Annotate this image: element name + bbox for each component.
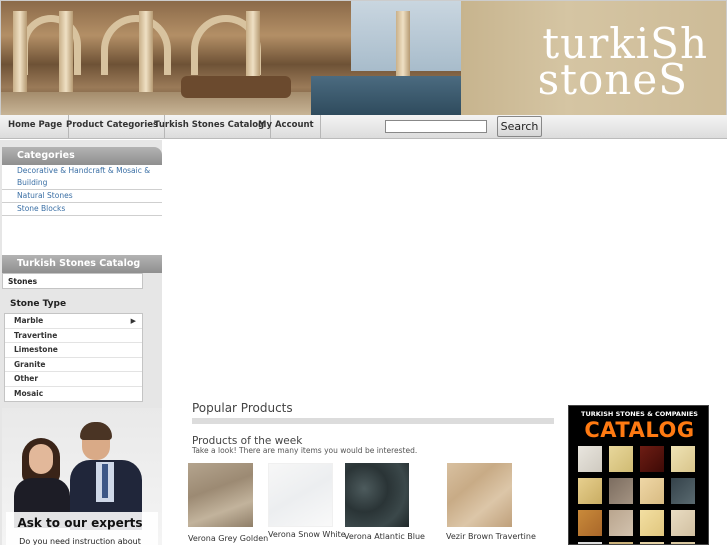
product-image-verona-grey-golden[interactable] — [188, 463, 253, 527]
product-image-vezir-brown-travertine[interactable] — [447, 463, 512, 527]
stone-type-label: Marble — [14, 316, 44, 325]
category-natural-stones[interactable]: Natural Stones — [2, 190, 162, 203]
expert-man-hair — [80, 422, 112, 440]
stone-type-mosaic[interactable]: Mosaic — [5, 387, 142, 402]
stone-tile — [640, 446, 664, 472]
banner-pool — [311, 76, 461, 115]
experts-title: Ask to our experts — [17, 516, 143, 530]
banner-arch — [101, 15, 171, 75]
product-name[interactable]: Verona Snow White — [268, 530, 346, 539]
popular-products-title: Popular Products — [192, 401, 293, 415]
products-of-week-subtitle: Take a look! There are many items you wo… — [192, 446, 418, 455]
stone-type-menu: Marble ▶ Travertine Limestone Granite Ot… — [4, 313, 143, 402]
search-input[interactable] — [385, 120, 487, 133]
banner-sofa — [181, 76, 291, 98]
category-decorative-handcraft[interactable]: Decorative & Handcraft & Mosaic & Buildi… — [2, 165, 162, 190]
stones-tab[interactable]: Stones — [2, 273, 143, 289]
stone-tile — [609, 478, 633, 504]
product-name[interactable]: Verona Grey Golden — [188, 534, 268, 543]
experts-box[interactable]: Ask to our experts Do you need instructi… — [2, 408, 162, 545]
nav-my-account[interactable]: My Account — [252, 115, 321, 138]
stone-tile — [578, 446, 602, 472]
stone-tile — [578, 510, 602, 536]
product-image-verona-atlantic-blue[interactable] — [345, 463, 409, 527]
sidebar: Categories Decorative & Handcraft & Mosa… — [0, 140, 162, 545]
expert-man-tie — [102, 464, 108, 498]
experts-text: Do you need instruction about — [19, 537, 141, 545]
site-banner: turkiSh stoneS — [0, 0, 727, 115]
catalog-ad-title: CATALOG — [584, 418, 695, 442]
submenu-arrow-icon: ▶ — [130, 317, 136, 325]
banner-photo — [1, 1, 461, 115]
product-name[interactable]: Vezir Brown Travertine — [446, 532, 536, 541]
search-button[interactable]: Search — [497, 116, 542, 137]
product-name[interactable]: Verona Atlantic Blue — [344, 532, 425, 541]
logo-text-bottom: stoneS — [537, 55, 688, 104]
catalog-ad-subtitle: TURKISH STONES & COMPANIES — [581, 410, 698, 418]
categories-header: Categories — [2, 147, 162, 165]
stone-type-other[interactable]: Other — [5, 372, 142, 387]
catalog-header: Turkish Stones Catalog — [2, 255, 162, 273]
expert-woman-face — [29, 444, 53, 474]
stone-tile — [671, 478, 695, 504]
stone-tile — [640, 478, 664, 504]
site-logo[interactable]: turkiSh stoneS — [461, 1, 726, 115]
stone-tile — [578, 478, 602, 504]
stone-type-limestone[interactable]: Limestone — [5, 343, 142, 358]
main-navigation: Home Page Product Categories Turkish Sto… — [0, 115, 727, 139]
catalog-advertisement[interactable]: TURKISH STONES & COMPANIES CATALOG — [568, 405, 709, 545]
popular-products-divider — [192, 418, 554, 424]
product-image-verona-snow-white[interactable] — [268, 463, 333, 527]
stone-type-marble[interactable]: Marble ▶ — [5, 314, 142, 329]
stone-tile — [609, 510, 633, 536]
stone-type-travertine[interactable]: Travertine — [5, 329, 142, 343]
stone-type-granite[interactable]: Granite — [5, 358, 142, 372]
stone-tile — [671, 510, 695, 536]
stone-tile — [609, 446, 633, 472]
stone-tile — [671, 446, 695, 472]
stone-tile — [640, 510, 664, 536]
stone-type-title: Stone Type — [10, 299, 67, 309]
category-stone-blocks[interactable]: Stone Blocks — [2, 203, 162, 216]
